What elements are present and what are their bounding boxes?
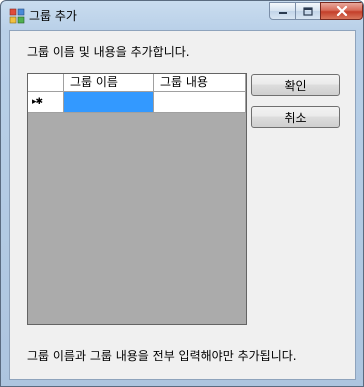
footer-hint-label: 그룹 이름과 그룹 내용을 전부 입력해야만 추가됩니다. (27, 349, 297, 363)
group-data-grid[interactable]: 그룹 이름 그룹 내용 ▸✱ (27, 73, 247, 325)
dialog-client-area: 그룹 이름 및 내용을 추가합니다. 그룹 이름 그룹 내용 ▸✱ 확인 취소 … (9, 30, 356, 380)
title-bar[interactable]: 그룹 추가 (1, 1, 363, 29)
maximize-button[interactable] (295, 2, 321, 20)
dialog-window: 그룹 추가 그룹 이름 및 내용을 추가합니다. 그룹 이름 그룹 내용 ▸✱ … (0, 0, 364, 387)
close-button[interactable] (320, 2, 363, 20)
grid-new-row[interactable]: ▸✱ (28, 92, 246, 113)
minimize-icon (278, 12, 287, 14)
column-header-group-content[interactable]: 그룹 내용 (154, 74, 246, 91)
minimize-button[interactable] (269, 2, 296, 20)
row-header[interactable]: ▸✱ (28, 92, 64, 112)
maximize-icon (303, 6, 313, 16)
row-indicator-icon: ▸✱ (32, 97, 43, 107)
close-icon (336, 6, 347, 16)
cancel-button[interactable]: 취소 (251, 106, 340, 128)
app-icon (9, 8, 25, 24)
grid-header-corner[interactable] (28, 74, 64, 91)
cell-group-name[interactable] (64, 92, 154, 112)
instruction-label: 그룹 이름 및 내용을 추가합니다. (27, 45, 190, 59)
grid-header-row: 그룹 이름 그룹 내용 (28, 74, 246, 92)
column-header-group-name[interactable]: 그룹 이름 (64, 74, 154, 91)
cell-group-content[interactable] (154, 92, 246, 112)
window-title: 그룹 추가 (29, 9, 77, 23)
confirm-button[interactable]: 확인 (251, 74, 340, 96)
